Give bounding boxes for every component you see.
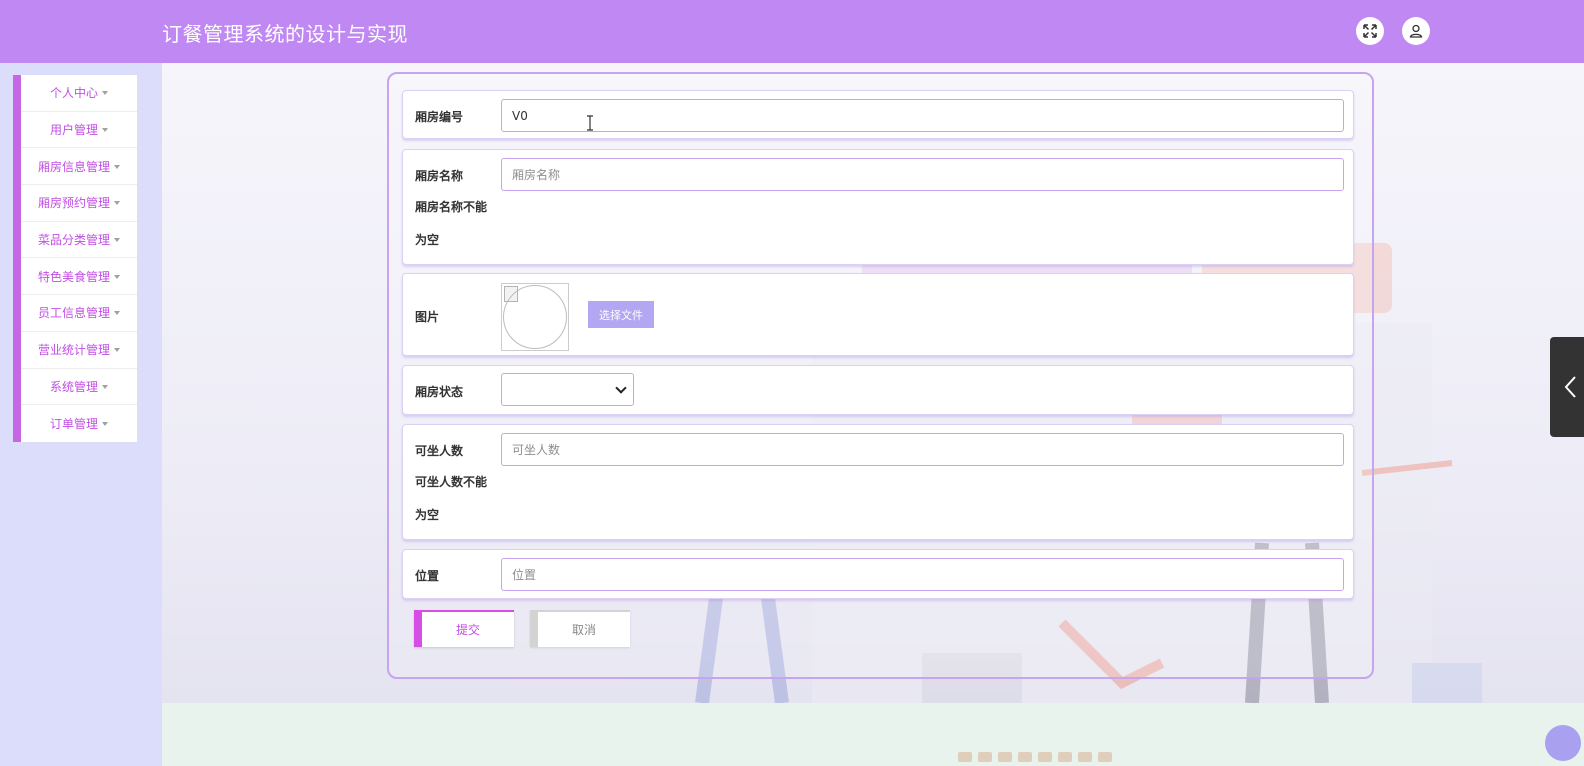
- form-row-capacity: 可坐人数 可坐人数不能 为空: [402, 424, 1354, 540]
- sidebar-item-dish-category[interactable]: 菜品分类管理: [21, 222, 137, 259]
- fullscreen-button[interactable]: [1356, 17, 1384, 45]
- caret-down-icon: [102, 91, 108, 96]
- sidebar-item-specialty-food[interactable]: 特色美食管理: [21, 258, 137, 296]
- sidebar-item-system[interactable]: 系统管理: [21, 369, 137, 406]
- chevron-left-icon: [1564, 376, 1576, 398]
- footer-area: [162, 703, 1584, 766]
- caret-down-icon: [102, 422, 108, 427]
- form-row-location: 位置: [402, 549, 1354, 599]
- sidebar-item-label: 厢房信息管理: [37, 159, 110, 174]
- form-row-status: 厢房状态: [402, 365, 1354, 415]
- room-edit-form: 厢房编号 厢房名称 厢房名称不能 为空 图片 选择文件 厢房状态 可坐人数 可坐…: [387, 72, 1374, 679]
- text-cursor-icon: [587, 115, 593, 131]
- choose-file-button[interactable]: 选择文件: [588, 301, 654, 328]
- caret-down-icon: [102, 128, 108, 133]
- sidebar-item-users[interactable]: 用户管理: [21, 112, 137, 149]
- sidebar-item-staff-info[interactable]: 员工信息管理: [21, 295, 137, 332]
- chevron-down-icon: [615, 382, 627, 394]
- user-menu-button[interactable]: [1402, 17, 1430, 45]
- sidebar-item-personal-center[interactable]: 个人中心: [21, 75, 137, 112]
- image-preview: [501, 283, 569, 351]
- status-select[interactable]: [501, 373, 634, 406]
- room-no-input[interactable]: [501, 99, 1344, 132]
- user-icon: [1409, 24, 1423, 38]
- sidebar-item-label: 菜品分类管理: [37, 233, 110, 248]
- location-input[interactable]: [501, 558, 1344, 591]
- capacity-label: 可坐人数: [415, 444, 464, 458]
- caret-down-icon: [114, 164, 120, 169]
- sidebar-menu: 个人中心 用户管理 厢房信息管理 厢房预约管理 菜品分类管理 特色美食管理 员工…: [13, 75, 137, 442]
- sidebar-item-label: 个人中心: [49, 86, 98, 101]
- sidebar-item-label: 特色美食管理: [37, 269, 110, 284]
- room-name-error-line2: 为空: [415, 233, 440, 247]
- sidebar-item-room-booking[interactable]: 厢房预约管理: [21, 185, 137, 222]
- submit-button[interactable]: 提交: [414, 610, 514, 647]
- sidebar-item-room-info[interactable]: 厢房信息管理: [21, 148, 137, 186]
- form-row-room-no: 厢房编号: [402, 90, 1354, 139]
- sidebar-item-label: 员工信息管理: [37, 306, 110, 321]
- side-panel-toggle[interactable]: [1550, 337, 1584, 437]
- status-label: 厢房状态: [415, 385, 464, 399]
- sidebar-item-label: 用户管理: [49, 123, 98, 138]
- capacity-error-line1: 可坐人数不能: [415, 475, 488, 489]
- location-label: 位置: [415, 569, 440, 583]
- top-navbar: 订餐管理系统的设计与实现: [0, 0, 1584, 63]
- caret-down-icon: [102, 384, 108, 389]
- expand-arrows-icon: [1363, 24, 1377, 38]
- cancel-button[interactable]: 取消: [530, 610, 630, 647]
- floating-action-button[interactable]: [1545, 725, 1581, 761]
- image-label: 图片: [415, 310, 440, 324]
- capacity-error-line2: 为空: [415, 508, 440, 522]
- form-row-room-name: 厢房名称 厢房名称不能 为空: [402, 149, 1354, 265]
- sidebar-item-orders[interactable]: 订单管理: [21, 405, 137, 442]
- caret-down-icon: [114, 311, 120, 316]
- room-name-input[interactable]: [501, 158, 1344, 191]
- caret-down-icon: [114, 348, 120, 353]
- caret-down-icon: [114, 238, 120, 243]
- image-preview-circle: [503, 285, 567, 349]
- form-row-image: 图片 选择文件: [402, 273, 1354, 356]
- sidebar-item-label: 厢房预约管理: [37, 196, 110, 211]
- sidebar-item-label: 订单管理: [49, 417, 98, 432]
- footer-decoration: [958, 752, 1138, 766]
- caret-down-icon: [114, 274, 120, 279]
- room-no-label: 厢房编号: [415, 110, 464, 124]
- caret-down-icon: [114, 201, 120, 206]
- room-name-label: 厢房名称: [415, 169, 464, 183]
- capacity-input[interactable]: [501, 433, 1344, 466]
- sidebar-item-label: 营业统计管理: [37, 343, 110, 358]
- sidebar-item-business-stats[interactable]: 营业统计管理: [21, 332, 137, 369]
- sidebar-item-label: 系统管理: [49, 379, 98, 394]
- app-title: 订餐管理系统的设计与实现: [162, 22, 408, 46]
- room-name-error-line1: 厢房名称不能: [415, 200, 488, 214]
